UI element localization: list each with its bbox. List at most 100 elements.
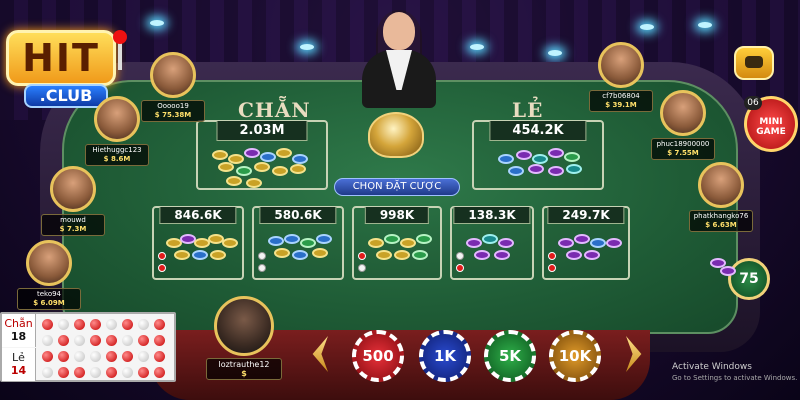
result-dot	[258, 252, 266, 260]
chip	[290, 164, 306, 174]
chip	[528, 164, 544, 174]
history-dot	[74, 319, 85, 330]
bet-chip-5k[interactable]: 5K	[484, 330, 536, 382]
chip	[384, 234, 400, 244]
player-name: phuc18900000	[656, 140, 710, 148]
history-dot	[90, 367, 101, 378]
bet-area-chan[interactable]: 2.03M	[196, 120, 328, 190]
history-dot	[58, 351, 69, 362]
bet-area-le[interactable]: 454.2K	[472, 120, 604, 190]
chip	[192, 250, 208, 260]
player-money: $ 6.63M	[705, 221, 737, 229]
current-player-avatar	[214, 296, 274, 356]
player-seat-4[interactable]: teko94 $ 6.09M	[14, 240, 84, 310]
sub-bet-area-5[interactable]: 249.7K	[542, 206, 630, 280]
history-chan-number: 18	[10, 330, 27, 343]
chip	[566, 250, 582, 260]
chip	[236, 166, 252, 176]
chip	[606, 238, 622, 248]
player-name: cf7b06804	[602, 92, 640, 100]
sub-bet-area-4[interactable]: 138.3K	[450, 206, 534, 280]
history-dot	[138, 319, 149, 330]
chip	[272, 166, 288, 176]
history-dot	[106, 351, 117, 362]
player-money: $ 8.6M	[103, 155, 131, 163]
player-tag: mouwd $ 7.3M	[41, 214, 105, 236]
sub-bet-area-2[interactable]: 580.6K	[252, 206, 344, 280]
chip	[316, 234, 332, 244]
chip	[474, 250, 490, 260]
chip	[494, 250, 510, 260]
history-dot	[138, 351, 149, 362]
player-avatar	[150, 52, 196, 98]
pick-bet-button[interactable]: CHỌN ĐẶT CƯỢC	[334, 178, 460, 196]
chip	[368, 238, 384, 248]
chip-pile	[362, 228, 432, 272]
bet-chip-500[interactable]: 500	[352, 330, 404, 382]
result-dot	[548, 264, 556, 272]
chat-bubble-icon	[745, 56, 763, 68]
chip	[400, 238, 416, 248]
player-tag: cf7b06804 $ 39.1M	[589, 90, 653, 112]
stage-light	[640, 24, 654, 30]
chip	[246, 178, 262, 188]
history-le-label: Lẻ	[12, 351, 25, 364]
bet-area-le-total: 454.2K	[489, 121, 587, 141]
result-dot	[258, 264, 266, 272]
chip	[482, 234, 498, 244]
mini-game-count-badge: 06	[744, 96, 762, 110]
history-chan-count: Chẵn 18	[2, 314, 36, 347]
result-dot	[358, 264, 366, 272]
player-name: phatkhangko76	[693, 212, 749, 220]
player-seat-5[interactable]: cf7b06804 $ 39.1M	[586, 42, 656, 112]
bet-chip-1k[interactable]: 1K	[419, 330, 471, 382]
chip	[210, 250, 226, 260]
chip	[212, 150, 228, 160]
history-dot	[90, 351, 101, 362]
countdown-timer: 75	[728, 258, 770, 300]
history-dot	[90, 335, 101, 346]
history-chan-label: Chẵn	[4, 317, 33, 330]
player-tag: phatkhangko76 $ 6.63M	[689, 210, 753, 232]
player-seat-6[interactable]: phuc18900000 $ 7.55M	[648, 90, 718, 160]
chip	[548, 148, 564, 158]
history-dot	[154, 319, 165, 330]
player-seat-7[interactable]: phatkhangko76 $ 6.63M	[686, 162, 756, 232]
chan-side-label: CHẴN	[238, 98, 311, 122]
player-tag: phuc18900000 $ 7.55M	[651, 138, 715, 160]
history-dot	[154, 351, 165, 362]
bet-area-chan-total: 2.03M	[216, 121, 308, 141]
mini-game-label: MINI	[759, 117, 783, 127]
history-dot	[58, 367, 69, 378]
chip-pile	[162, 228, 238, 272]
sub-bet-area-3[interactable]: 998K	[352, 206, 442, 280]
bet-chip-10k[interactable]: 10K	[549, 330, 601, 382]
history-dot	[58, 335, 69, 346]
chip	[498, 154, 514, 164]
chip	[218, 162, 234, 172]
chip	[558, 238, 574, 248]
history-le-count: Lẻ 14	[2, 348, 36, 381]
player-seat-2[interactable]: Hiethuggc123 $ 8.6M	[82, 96, 152, 166]
dealer-bell-icon	[368, 112, 424, 158]
player-money: $ 7.3M	[59, 225, 87, 233]
chat-button[interactable]	[734, 46, 774, 80]
chip	[254, 162, 270, 172]
history-dot	[42, 367, 53, 378]
watermark-subtitle: Go to Settings to activate Windows.	[672, 374, 798, 382]
chip	[276, 148, 292, 158]
chip	[284, 234, 300, 244]
le-side-label: LẺ	[512, 98, 544, 122]
chip-pile	[482, 142, 594, 182]
history-dot	[138, 335, 149, 346]
player-seat-3[interactable]: mouwd $ 7.3M	[38, 166, 108, 236]
stage-light	[698, 22, 712, 28]
player-name: teko94	[36, 290, 62, 298]
player-tag: Hiethuggc123 $ 8.6M	[85, 144, 149, 166]
player-name: Hiethuggc123	[92, 146, 142, 154]
current-player-name: loztrauthe12	[218, 360, 270, 369]
history-dot	[106, 335, 117, 346]
chip	[548, 166, 564, 176]
current-player-seat[interactable]: loztrauthe12 $	[204, 296, 284, 380]
sub-bet-area-1[interactable]: 846.6K	[152, 206, 244, 280]
